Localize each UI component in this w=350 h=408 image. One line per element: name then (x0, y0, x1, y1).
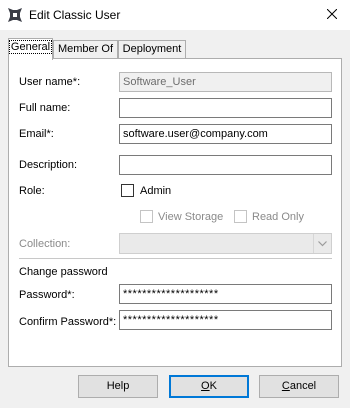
cancel-button[interactable]: Cancel (259, 375, 339, 398)
password-field[interactable]: ******************** (119, 284, 332, 304)
help-button-label: Help (106, 380, 130, 392)
collection-label: Collection: (19, 238, 71, 250)
app-logo-icon (7, 7, 23, 23)
tab-deployment[interactable]: Deployment (118, 40, 186, 59)
email-label: Email*: (19, 128, 54, 140)
view-storage-checkbox-label: View Storage (158, 211, 224, 223)
tab-deployment-label: Deployment (122, 43, 182, 55)
password-label: Password*: (19, 289, 75, 301)
user-name-field[interactable]: Software_User (119, 72, 332, 92)
close-icon (326, 8, 338, 22)
title-bar: Edit Classic User (0, 0, 350, 30)
ok-button[interactable]: OK (169, 375, 249, 398)
tab-general[interactable]: General (8, 38, 53, 60)
read-only-checkbox[interactable] (234, 210, 247, 223)
close-button[interactable] (314, 0, 350, 30)
chevron-down-icon (313, 234, 331, 253)
cancel-button-label: Cancel (281, 380, 317, 392)
view-storage-checkbox[interactable] (140, 210, 153, 223)
full-name-field[interactable] (119, 98, 332, 118)
email-field[interactable]: software.user@company.com (119, 124, 332, 144)
collection-dropdown[interactable] (119, 233, 332, 254)
section-divider (19, 258, 332, 259)
user-name-label: User name*: (19, 76, 81, 88)
general-tab-panel: User name*: Software_User Full name: Ema… (8, 58, 342, 367)
admin-checkbox-label: Admin (140, 185, 172, 197)
admin-checkbox[interactable] (121, 184, 134, 197)
full-name-label: Full name: (19, 102, 71, 114)
tab-general-label: General (8, 40, 53, 54)
description-label: Description: (19, 159, 78, 171)
change-password-heading: Change password (19, 266, 108, 278)
read-only-checkbox-label: Read Only (252, 211, 304, 223)
description-field[interactable] (119, 155, 332, 175)
window-title: Edit Classic User (29, 8, 121, 22)
tab-member-of[interactable]: Member Of (53, 40, 118, 59)
help-button[interactable]: Help (78, 375, 158, 398)
role-label: Role: (19, 185, 45, 197)
confirm-password-label: Confirm Password*: (19, 316, 117, 328)
ok-button-label: OK (201, 380, 217, 392)
confirm-password-field[interactable]: ******************** (119, 310, 332, 330)
tab-member-of-label: Member Of (57, 43, 113, 55)
